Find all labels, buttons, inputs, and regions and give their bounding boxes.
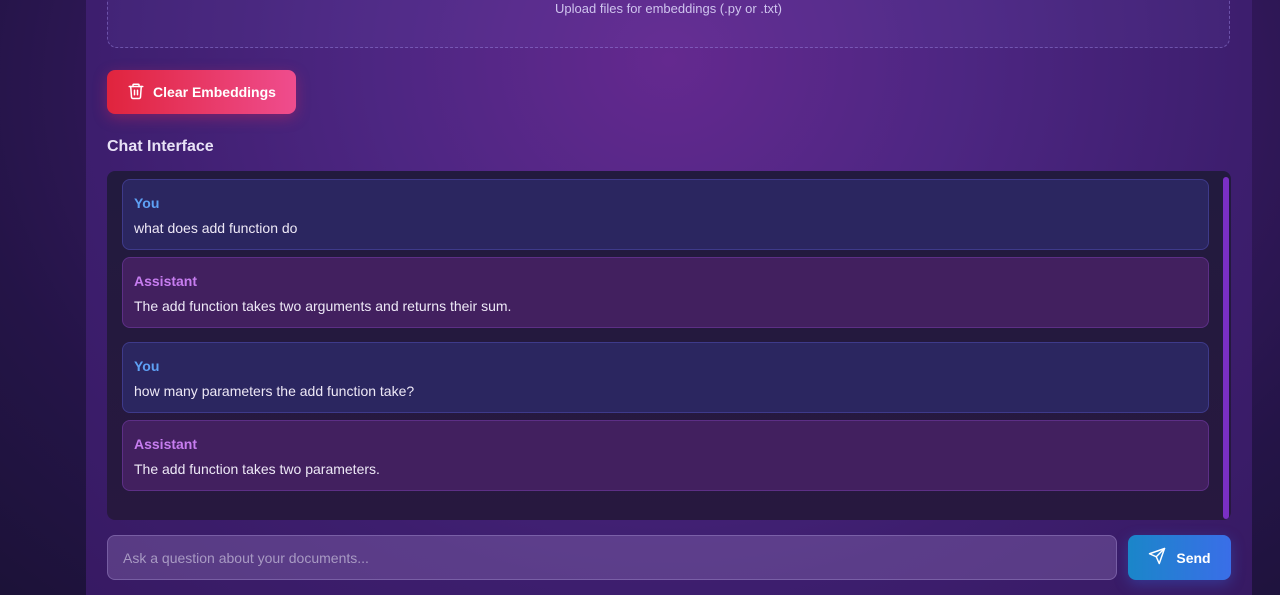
clear-embeddings-label: Clear Embeddings [153, 84, 276, 100]
message-text: how many parameters the add function tak… [134, 383, 415, 399]
message-text: The add function takes two parameters. [134, 461, 380, 477]
chat-messages: You what does add function do Assistant … [107, 171, 1231, 520]
message-sender: Assistant [134, 273, 198, 289]
file-upload-dropzone[interactable]: Upload files for embeddings (.py or .txt… [107, 0, 1230, 48]
clear-embeddings-button[interactable]: Clear Embeddings [107, 70, 296, 114]
message-sender: You [134, 195, 160, 211]
upload-hint: Upload files for embeddings (.py or .txt… [555, 1, 782, 16]
message-sender: Assistant [134, 436, 198, 452]
question-input[interactable] [107, 535, 1117, 580]
send-label: Send [1176, 549, 1211, 566]
chat-section-title: Chat Interface [107, 138, 214, 155]
chat-message-assistant: Assistant The add function takes two par… [122, 420, 1209, 491]
message-text: The add function takes two arguments and… [134, 298, 512, 314]
main-panel: Upload files for embeddings (.py or .txt… [86, 0, 1252, 595]
chat-message-user: You what does add function do [122, 179, 1209, 250]
chat-scrollbar[interactable] [1223, 177, 1229, 519]
trash-icon [127, 82, 145, 103]
send-icon [1148, 547, 1166, 568]
send-button[interactable]: Send [1128, 535, 1231, 580]
message-sender: You [134, 358, 160, 374]
chat-message-assistant: Assistant The add function takes two arg… [122, 257, 1209, 328]
chat-message-user: You how many parameters the add function… [122, 342, 1209, 413]
message-text: what does add function do [134, 220, 298, 236]
